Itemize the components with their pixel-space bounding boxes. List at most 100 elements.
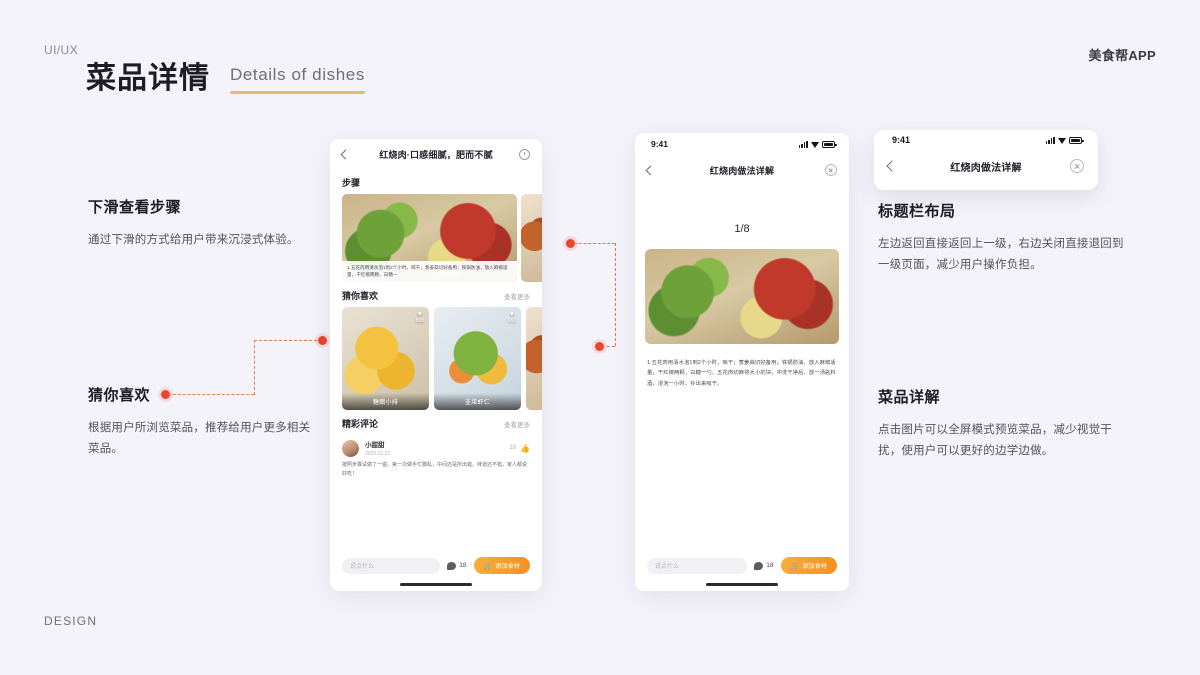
dish-card[interactable]: ♥ 666 韭菜虾仁 bbox=[434, 307, 521, 410]
signal-icon bbox=[1045, 136, 1055, 144]
phone2-status-bar: 9:41 bbox=[635, 133, 849, 155]
annotation-scroll: 下滑查看步骤 通过下滑的方式给用户带来沉浸式体验。 bbox=[88, 196, 320, 251]
guess-section-more-link[interactable]: 查看更多 bbox=[504, 291, 530, 301]
step-card[interactable]: 1.五花肉用清水泡1到2个小时，晾干；葱姜蒜切好备用；铁锅防油，放入麻椒适量，干… bbox=[342, 194, 517, 282]
phone1-bottom-bar: 说点什么 18 🛒 添加食材 bbox=[330, 551, 542, 591]
add-ingredients-button[interactable]: 🛒 添加食材 bbox=[780, 557, 837, 574]
comment-bubble-icon bbox=[447, 561, 457, 570]
like-count: 666 bbox=[507, 318, 516, 324]
dish-card[interactable] bbox=[526, 307, 542, 410]
add-ingredients-button[interactable]: 🛒 添加食材 bbox=[473, 557, 530, 574]
comment-item: 小甜甜 2020.12.22 18 👍 bbox=[330, 435, 542, 457]
step-caption: 1.五花肉用清水泡1到2个小时，晾干；葱姜蒜切好备用；铁锅防油，放入麻椒适量，干… bbox=[342, 260, 517, 282]
comment-count-group[interactable]: 18 bbox=[754, 561, 774, 570]
like-badge: ♥ 888 bbox=[416, 311, 424, 324]
steps-carousel[interactable]: 1.五花肉用清水泡1到2个小时，晾干；葱姜蒜切好备用；铁锅防油，放入麻椒适量，干… bbox=[330, 194, 542, 282]
comment-input[interactable]: 说点什么 bbox=[342, 557, 441, 574]
phone2-nav-title: 红烧肉做法详解 bbox=[709, 165, 775, 176]
heart-icon: ♥ bbox=[417, 311, 422, 318]
phone2-navbar: 红烧肉做法详解 bbox=[635, 155, 849, 185]
comment-bubble-icon bbox=[754, 561, 764, 570]
annotation-titlebar: 标题栏布局 左边返回直接返回上一级，右边关闭直接退回到一级页面，减少用户操作负担… bbox=[878, 200, 1128, 277]
comments-section-header: 精彩评论 查看更多 bbox=[330, 410, 542, 435]
step-hero-image[interactable] bbox=[645, 249, 839, 344]
nav-right-slot[interactable] bbox=[825, 164, 837, 176]
wifi-icon bbox=[1058, 137, 1066, 144]
home-indicator bbox=[400, 583, 472, 586]
guess-section-title: 猜你喜欢 bbox=[342, 291, 379, 301]
wifi-icon bbox=[811, 141, 819, 148]
annotation-heading: 下滑查看步骤 bbox=[88, 199, 182, 216]
steps-section-title: 步骤 bbox=[342, 178, 361, 188]
comments-section-more-link[interactable]: 查看更多 bbox=[504, 419, 530, 429]
guess-section-header: 猜你喜欢 查看更多 bbox=[330, 282, 542, 307]
phone1-nav-title: 红烧肉·口感细腻，肥而不腻 bbox=[379, 149, 493, 160]
dish-card[interactable]: ♥ 888 糖醋小排 bbox=[342, 307, 429, 410]
annotation-body: 左边返回直接返回上一级，右边关闭直接退回到一级页面，减少用户操作负担。 bbox=[878, 238, 1124, 272]
status-icons bbox=[798, 140, 837, 148]
add-ingredients-label: 添加食材 bbox=[802, 563, 827, 570]
comment-text: 按照步骤试做了一遍，第一次做手忙脚乱，中间还是所出错，味道还不错，家人都说好吃！ bbox=[342, 462, 528, 477]
annotation-heading: 标题栏布局 bbox=[878, 203, 956, 220]
cart-icon: 🛒 bbox=[483, 562, 493, 570]
phone-mockup-step-page: 9:41 红烧肉做法详解 1/8 1.五花肉用清水泡1到2个小时，晾干；葱姜蒜切… bbox=[635, 133, 849, 591]
steps-section-header: 步骤 bbox=[330, 169, 542, 194]
heart-icon: ♥ bbox=[509, 311, 514, 318]
connector-dot bbox=[318, 336, 327, 345]
step-description: 1.五花肉用清水泡1到2个小时，晾干；葱姜蒜切好备用；铁锅防油，放入麻椒适量，干… bbox=[647, 360, 836, 387]
dish-name: 糖醋小排 bbox=[342, 393, 429, 410]
page-title-en-wrap: Details of dishes bbox=[230, 66, 365, 94]
close-circle-icon[interactable] bbox=[1070, 159, 1084, 173]
comment-input[interactable]: 说点什么 bbox=[647, 557, 748, 574]
home-indicator bbox=[706, 583, 778, 586]
battery-icon bbox=[822, 141, 837, 148]
brand-label: 美食帮APP bbox=[1088, 48, 1156, 63]
status-time: 9:41 bbox=[892, 135, 911, 145]
nav-right-slot[interactable] bbox=[1070, 159, 1084, 173]
nav-right-slot[interactable] bbox=[519, 148, 530, 160]
annotation-heading: 菜品详解 bbox=[878, 389, 941, 406]
phone2-bottom-bar: 说点什么 18 🛒 添加食材 bbox=[635, 551, 849, 591]
annotation-body: 点击图片可以全屏模式预览菜品，减少视觉干扰，使用户可以更好的边学边做。 bbox=[878, 424, 1112, 458]
page-title-cn: 菜品详情 bbox=[86, 62, 210, 95]
kicker-label: UI/UX bbox=[44, 43, 79, 57]
comments-section-title: 精彩评论 bbox=[342, 419, 379, 429]
battery-icon bbox=[1069, 137, 1084, 144]
recommended-dishes-carousel[interactable]: ♥ 888 糖醋小排 ♥ 666 韭菜虾仁 bbox=[330, 307, 542, 410]
phone-mockup-detail-page: 红烧肉·口感细腻，肥而不腻 步骤 1.五花肉用清水泡1到2个小时，晾干；葱姜蒜切… bbox=[330, 139, 542, 591]
title-underline bbox=[230, 91, 365, 94]
connector-line bbox=[168, 394, 254, 395]
comment-user-name: 小甜甜 bbox=[365, 442, 385, 449]
annotation-guess: 猜你喜欢 根据用户所浏览菜品，推荐给用户更多相关菜品。 bbox=[88, 384, 320, 461]
connector-dot bbox=[595, 342, 604, 351]
connector-line bbox=[615, 243, 616, 346]
annotation-body: 根据用户所浏览菜品，推荐给用户更多相关菜品。 bbox=[88, 422, 311, 456]
close-circle-icon[interactable] bbox=[825, 164, 837, 176]
comment-count: 18 bbox=[766, 562, 774, 569]
footer-label: DESIGN bbox=[44, 614, 98, 628]
comment-like-group[interactable]: 18 👍 bbox=[509, 444, 530, 453]
comment-meta: 小甜甜 2020.12.22 bbox=[365, 439, 390, 457]
like-count: 888 bbox=[415, 318, 424, 324]
comment-count: 18 bbox=[459, 562, 467, 569]
step-card[interactable] bbox=[521, 194, 542, 282]
page-title-en: Details of dishes bbox=[230, 65, 365, 84]
add-ingredients-label: 添加食材 bbox=[495, 563, 520, 570]
page-title: 菜品详情 Details of dishes bbox=[86, 64, 365, 94]
connector-line bbox=[254, 340, 322, 341]
cart-icon: 🛒 bbox=[790, 562, 800, 570]
zoomcard-nav-title: 红烧肉做法详解 bbox=[950, 162, 1022, 174]
thumbs-up-icon[interactable]: 👍 bbox=[520, 444, 530, 453]
annotation-body: 通过下滑的方式给用户带来沉浸式体验。 bbox=[88, 234, 299, 246]
comment-like-count: 18 bbox=[509, 445, 517, 451]
timer-icon[interactable] bbox=[519, 148, 530, 160]
step-pager: 1/8 bbox=[734, 223, 750, 235]
comment-count-group[interactable]: 18 bbox=[447, 561, 467, 570]
like-badge: ♥ 666 bbox=[508, 311, 516, 324]
phone1-navbar: 红烧肉·口感细腻，肥而不腻 bbox=[330, 139, 542, 169]
comment-date: 2020.12.22 bbox=[365, 451, 391, 457]
status-time: 9:41 bbox=[651, 139, 669, 149]
status-icons bbox=[1045, 136, 1084, 144]
zoomcard-status-bar: 9:41 bbox=[874, 130, 1098, 150]
connector-line bbox=[574, 243, 615, 244]
